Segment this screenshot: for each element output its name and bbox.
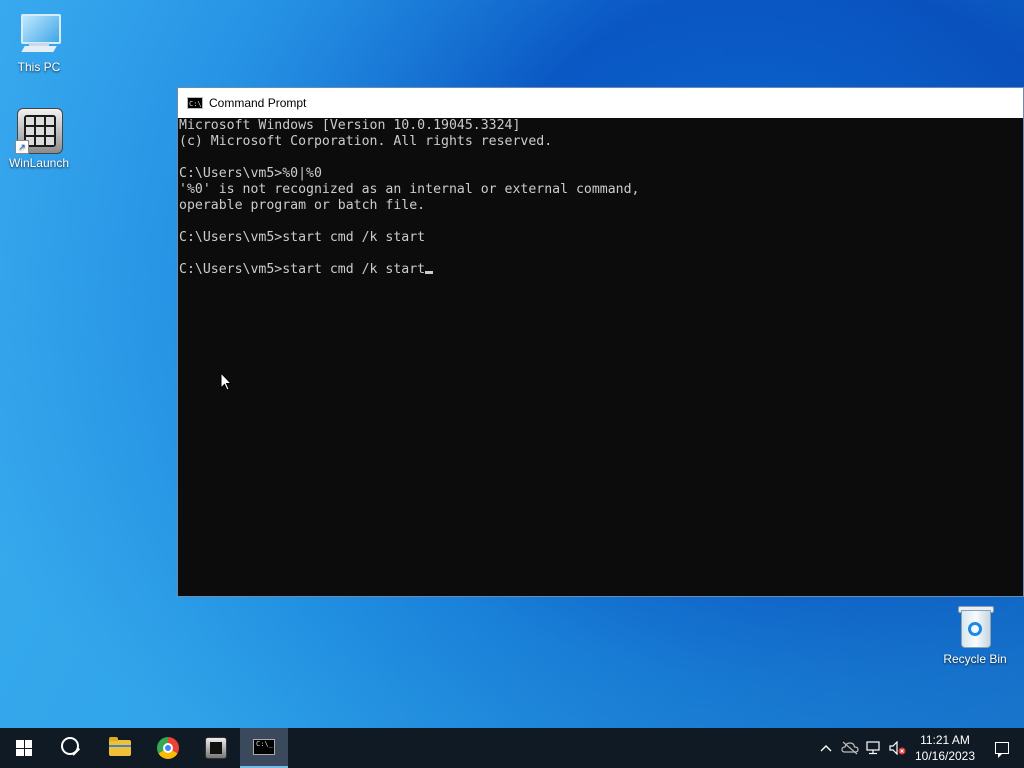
notification-icon	[995, 742, 1009, 758]
clock-date: 10/16/2023	[914, 749, 976, 763]
taskbar-winlaunch[interactable]	[192, 728, 240, 768]
network-icon	[866, 741, 880, 755]
cmd-icon: C:\	[187, 97, 203, 109]
window-title: Command Prompt	[209, 96, 307, 110]
show-hidden-icons-button[interactable]	[814, 728, 838, 768]
winlaunch-icon: ↗	[15, 106, 63, 154]
console-line: C:\Users\vm5>start cmd /k start	[179, 230, 426, 245]
console-output[interactable]: Microsoft Windows [Version 10.0.19045.33…	[178, 118, 1023, 596]
windows-logo-icon	[16, 740, 32, 756]
search-button[interactable]	[48, 728, 96, 768]
cloud-offline-icon	[841, 741, 859, 755]
taskbar-chrome[interactable]	[144, 728, 192, 768]
search-icon	[61, 737, 79, 755]
desktop-icon-label: WinLaunch	[8, 156, 70, 170]
taskbar-file-explorer[interactable]	[96, 728, 144, 768]
recycle-bin-icon	[951, 602, 999, 650]
text-cursor	[425, 271, 434, 274]
system-tray: 11:21 AM 10/16/2023	[814, 728, 1024, 768]
desktop-icon-label: This PC	[17, 60, 61, 74]
console-input-line[interactable]: C:\Users\vm5>start cmd /k start	[179, 262, 1023, 278]
window-titlebar[interactable]: C:\ Command Prompt	[178, 88, 1023, 118]
mouse-pointer-icon	[220, 372, 232, 391]
desktop-icon-recycle-bin[interactable]: Recycle Bin	[938, 602, 1012, 666]
action-center-button[interactable]	[980, 728, 1024, 768]
console-line: operable program or batch file.	[179, 198, 426, 213]
command-prompt-window[interactable]: C:\ Command Prompt Microsoft Windows [Ve…	[177, 87, 1024, 597]
shortcut-arrow-icon: ↗	[15, 140, 29, 154]
taskbar-command-prompt[interactable]: C:\_	[240, 728, 288, 768]
console-line: (c) Microsoft Corporation. All rights re…	[179, 134, 553, 149]
network-tray-button[interactable]	[862, 728, 886, 768]
folder-icon	[109, 737, 131, 756]
clock-time: 11:21 AM	[920, 733, 970, 747]
cmd-icon: C:\_	[253, 739, 275, 755]
chevron-up-icon	[820, 745, 832, 752]
desktop-icon-this-pc[interactable]: This PC	[2, 10, 76, 74]
volume-tray-button[interactable]	[886, 728, 910, 768]
desktop-icon-winlaunch[interactable]: ↗ WinLaunch	[2, 106, 76, 170]
console-line: Microsoft Windows [Version 10.0.19045.33…	[179, 118, 521, 133]
this-pc-icon	[15, 10, 63, 58]
desktop-icon-label: Recycle Bin	[943, 652, 1007, 666]
onedrive-tray-button[interactable]	[838, 728, 862, 768]
volume-muted-icon	[889, 741, 906, 755]
start-button[interactable]	[0, 728, 48, 768]
console-line: '%0' is not recognized as an internal or…	[179, 182, 640, 197]
console-line: C:\Users\vm5>%0|%0	[179, 166, 322, 181]
chrome-icon	[157, 737, 179, 759]
console-prompt-text: C:\Users\vm5>start cmd /k start	[179, 262, 426, 277]
winlaunch-icon	[205, 737, 227, 759]
clock[interactable]: 11:21 AM 10/16/2023	[910, 732, 980, 764]
taskbar: C:\_ 11:21 AM 10/16/2023	[0, 728, 1024, 768]
